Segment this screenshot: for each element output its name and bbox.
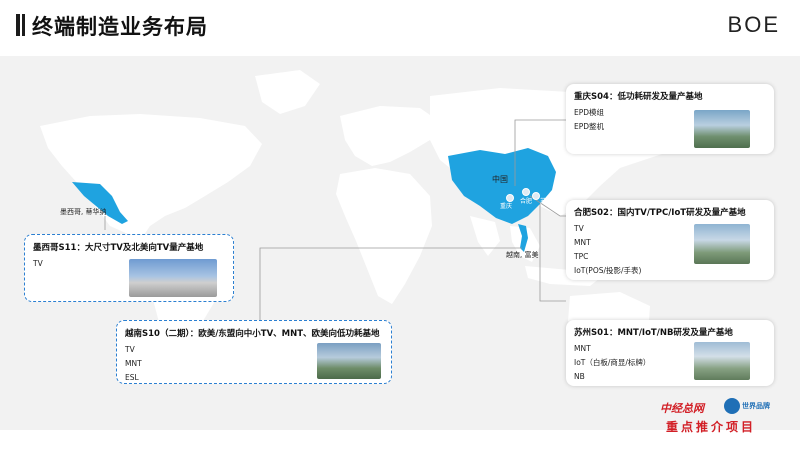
page-title: 终端制造业务布局 [32,15,208,39]
suzhou-factory-photo [694,342,750,380]
footer-brand-right: 世界品牌 [742,402,770,410]
suzhou-label: 苏州 [540,198,553,205]
india-landmass [470,216,500,256]
europe-landmass [340,106,440,166]
footer-globe-icon [724,398,740,414]
chongqing-factory-photo [694,110,750,148]
callout-hefei: 合肥S02：国内TV/TPC/IoT研发及量产基地 TV MNT TPC IoT… [566,200,774,280]
africa-landmass [336,168,432,304]
callout-hefei-item: IoT(POS/投影/手表) [574,266,642,275]
title-bar-icon-2 [22,14,25,36]
callout-chongqing-title: 重庆S04：低功耗研发及量产基地 [574,92,703,102]
china-label: 中国 [492,175,508,184]
connector-suzhou [539,204,566,302]
boe-logo: BOE [727,12,780,37]
callout-hefei-title: 合肥S02：国内TV/TPC/IoT研发及量产基地 [574,208,746,218]
footer-brand-left: 中经总网 [660,402,704,415]
footer-tagline: 重点推介项目 [666,420,757,434]
vietnam-label: 越南, 富美 [506,251,539,259]
suzhou-dot [532,192,540,200]
callout-vietnam: 越南S10（二期）：欧美/东盟向中小TV、MNT、欧美向低功耗基地 TV MNT… [116,320,392,384]
callout-chongqing: 重庆S04：低功耗研发及量产基地 EPD模组 EPD整机 [566,84,774,154]
callout-mexico: 墨西哥S11：大尺寸TV及北美向TV量产基地 TV [24,234,234,302]
callout-suzhou: 苏州S01：MNT/IoT/NB研发及量产基地 MNT IoT（白板/商显/标牌… [566,320,774,386]
callout-mexico-title: 墨西哥S11：大尺寸TV及北美向TV量产基地 [33,243,204,253]
chongqing-label: 重庆 [500,203,513,210]
callout-suzhou-title: 苏州S01：MNT/IoT/NB研发及量产基地 [574,328,733,338]
title-bar-icon [16,14,20,36]
north-america-landmass [40,114,262,241]
vietnam-factory-photo [317,343,381,379]
mexico-label: 墨西哥, 蒂华纳 [60,208,107,216]
hefei-dot [522,188,530,196]
hefei-label: 合肥 [520,198,533,205]
greenland-landmass [255,70,320,114]
mexico-factory-photo [129,259,217,297]
header: 终端制造业务布局 BOE [0,0,800,50]
callout-vietnam-title: 越南S10（二期）：欧美/东盟向中小TV、MNT、欧美向低功耗基地 [125,329,380,339]
hefei-factory-photo [694,224,750,264]
